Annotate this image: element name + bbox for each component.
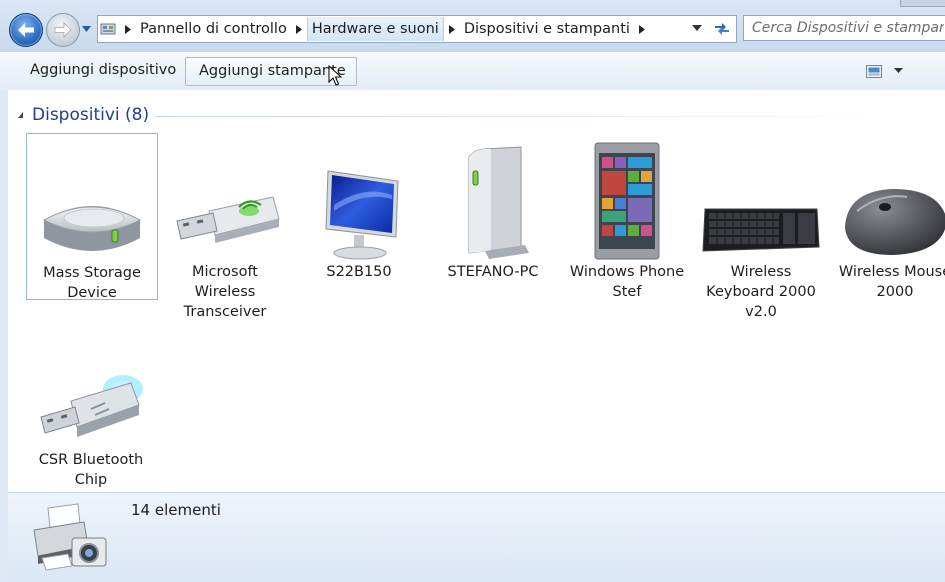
chevron-right-icon[interactable]: [120, 17, 136, 41]
device-label: Wireless Mouse 2000: [838, 264, 945, 300]
usb-stick-icon: [160, 133, 290, 261]
recent-pages-dropdown-icon[interactable]: [81, 24, 92, 34]
refresh-icon: [715, 23, 729, 35]
window-border: [0, 90, 8, 581]
change-view-button[interactable]: [866, 62, 912, 80]
search-input[interactable]: [744, 16, 945, 40]
breadcrumb[interactable]: Pannello di controllo Hardware e suoni D…: [97, 15, 709, 43]
device-phone[interactable]: Windows Phone Stef: [562, 133, 692, 302]
crumb-control-panel[interactable]: Pannello di controllo: [136, 17, 291, 41]
device-pc[interactable]: STEFANO-PC: [428, 133, 558, 282]
arrow-right-icon: [54, 22, 72, 38]
details-pane: 14 elementi: [8, 492, 945, 582]
control-panel-icon: [98, 17, 120, 41]
device-wireless-transceiver[interactable]: Microsoft Wireless Transceiver: [160, 133, 290, 322]
keyboard-icon: [696, 133, 826, 261]
mouse-icon: [830, 133, 945, 261]
chevron-right-icon[interactable]: [444, 17, 460, 41]
group-divider: [155, 116, 935, 117]
device-label: Mass Storage Device: [43, 265, 141, 301]
device-monitor[interactable]: S22B150: [294, 133, 424, 282]
address-history-dropdown-icon[interactable]: [692, 25, 702, 31]
monitor-icon: [294, 133, 424, 261]
back-button[interactable]: [9, 13, 43, 47]
hard-drive-icon: [27, 134, 157, 262]
command-bar: Aggiungi dispositivo Aggiungi stampante: [0, 52, 945, 91]
device-list-pane: Dispositivi (8) Mass Storage Device Micr…: [8, 90, 945, 492]
device-mass-storage[interactable]: Mass Storage Device: [26, 133, 158, 301]
group-header-devices[interactable]: Dispositivi (8): [18, 105, 149, 125]
group-title: Dispositivi (8): [32, 105, 150, 125]
device-label: STEFANO-PC: [447, 264, 539, 280]
printer-camera-icon: [33, 503, 107, 571]
crumb-hardware-sound[interactable]: Hardware e suoni: [306, 17, 444, 41]
phone-icon: [562, 133, 692, 261]
collapse-triangle-icon[interactable]: [18, 112, 23, 118]
chevron-right-icon[interactable]: [634, 17, 650, 41]
device-mouse[interactable]: Wireless Mouse 2000: [830, 133, 945, 302]
item-count: 14 elementi: [131, 501, 221, 519]
device-label: Wireless Keyboard 2000 v2.0: [706, 264, 816, 320]
device-label: Windows Phone Stef: [569, 264, 685, 300]
view-icon: [866, 64, 882, 78]
add-device-button[interactable]: Aggiungi dispositivo: [17, 57, 189, 84]
arrow-left-icon: [18, 23, 34, 37]
bluetooth-dongle-icon: [26, 321, 156, 449]
device-keyboard[interactable]: Wireless Keyboard 2000 v2.0: [696, 133, 826, 322]
chevron-right-icon[interactable]: [291, 17, 307, 41]
address-bar: Pannello di controllo Hardware e suoni D…: [0, 0, 945, 52]
pc-tower-icon: [428, 133, 558, 261]
device-label: CSR Bluetooth Chip: [38, 452, 144, 488]
crumb-devices-printers[interactable]: Dispositivi e stampanti: [460, 17, 634, 41]
forward-button[interactable]: [46, 13, 80, 47]
device-label: S22B150: [326, 264, 392, 280]
device-bluetooth-chip[interactable]: CSR Bluetooth Chip: [26, 321, 156, 490]
device-label: Microsoft Wireless Transceiver: [183, 264, 267, 320]
window-close-edge[interactable]: [900, 0, 945, 7]
mouse-cursor-icon: [328, 65, 342, 86]
refresh-button[interactable]: [708, 15, 737, 43]
search-box[interactable]: [743, 15, 945, 41]
chevron-down-icon[interactable]: [894, 68, 903, 74]
